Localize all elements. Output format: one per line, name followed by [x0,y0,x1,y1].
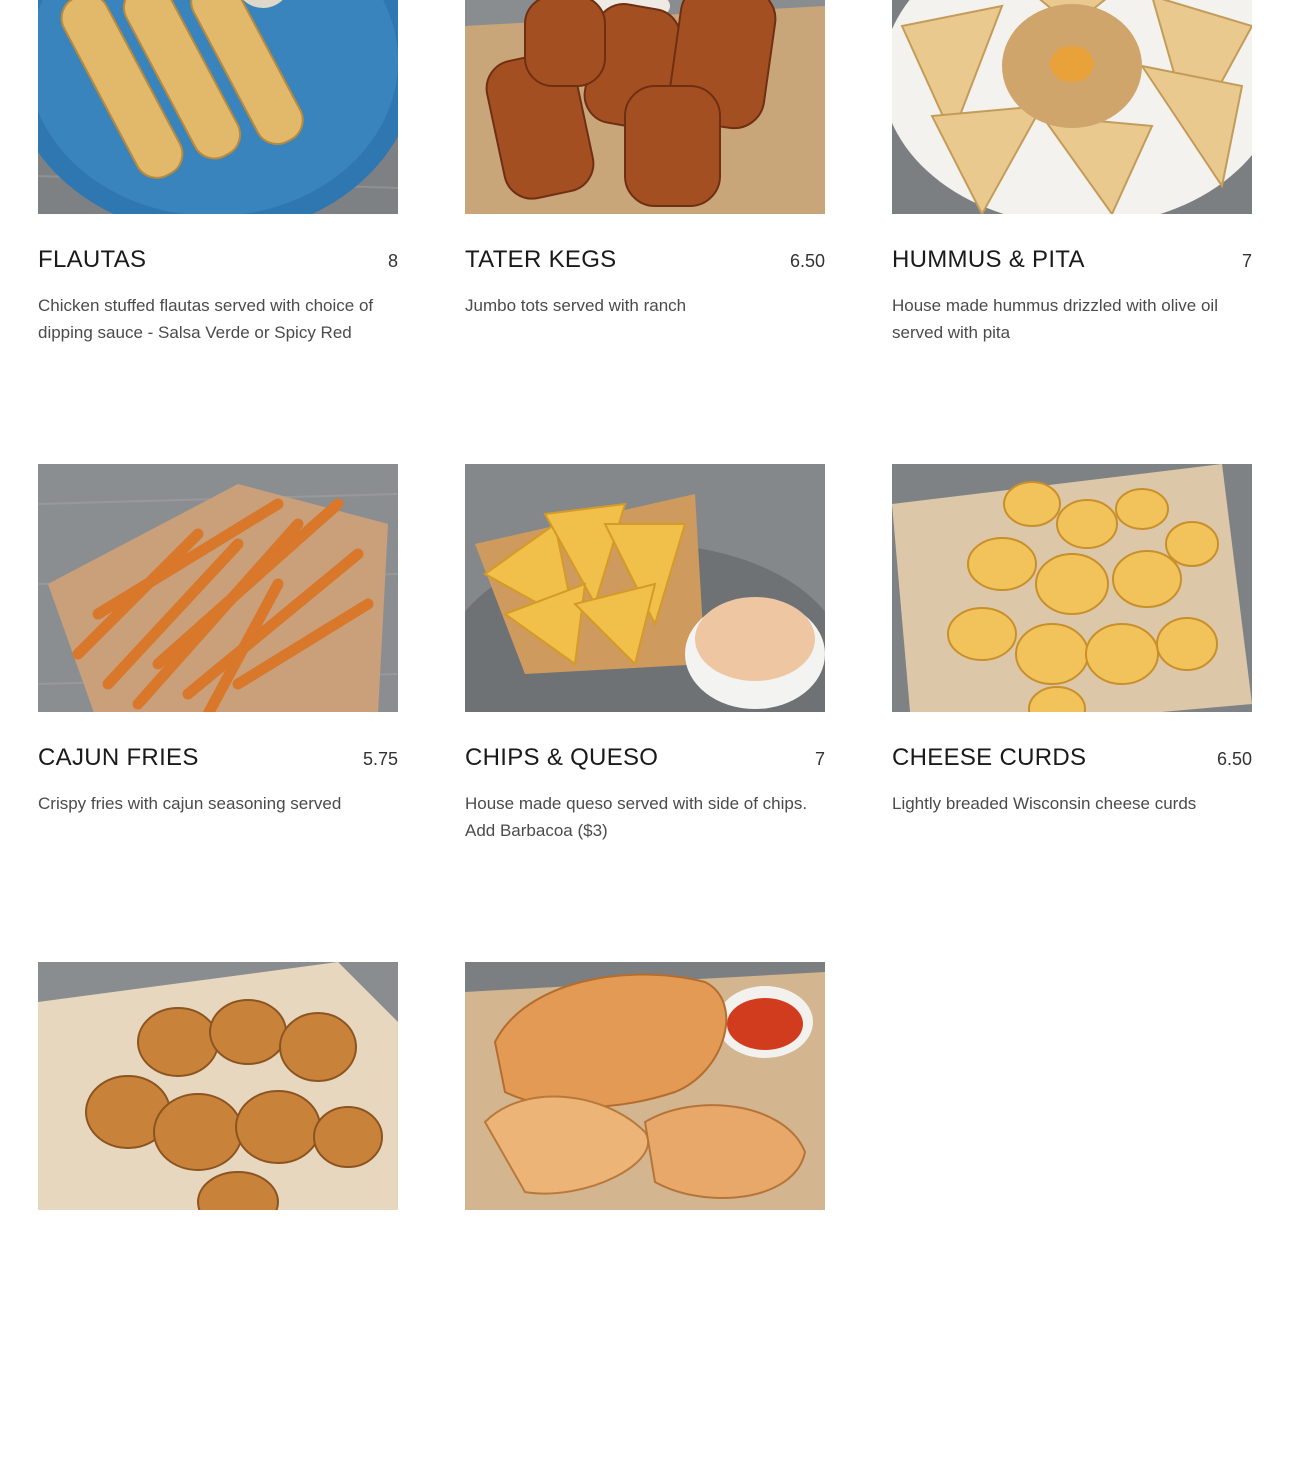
item-price: 8 [387,251,398,271]
menu-item[interactable]: Flautas 8 Chicken stuffed flautas served… [38,0,398,464]
menu-item[interactable]: Tater Kegs 6.50 Jumbo tots served with r… [465,0,825,464]
flautas-image [38,0,398,214]
item-header: Cajun Fries 5.75 [38,744,398,774]
cajun-fries-image [38,464,398,712]
item-price: 6.50 [789,251,825,271]
cajun-fries-photo[interactable] [38,464,398,712]
chips-queso-photo[interactable] [465,464,825,712]
cheese-curds-image [892,464,1252,712]
item-header: Tater Kegs 6.50 [465,246,825,276]
item-name: Cheese Curds [892,744,1087,771]
item-header: Chips & Queso 7 [465,744,825,774]
corn-dogs-photo[interactable] [38,962,398,1210]
item-name: Hummus & Pita [892,246,1085,273]
menu-item[interactable]: Chips & Queso 7 House made queso served … [465,464,825,962]
item-name: Chips & Queso [465,744,659,771]
item-description: House made queso served with side of chi… [465,794,808,840]
cheese-curds-photo[interactable] [892,464,1252,712]
item-name: Tater Kegs [465,246,617,273]
menu-item[interactable]: Hummus & Pita 7 House made hummus drizzl… [892,0,1252,464]
tater-kegs-image [465,0,825,214]
item-price: 7 [1241,251,1252,271]
item-name: Cajun Fries [38,744,199,771]
item-price: 6.50 [1216,749,1252,769]
item-description: Lightly breaded Wisconsin cheese curds [892,794,1197,813]
item-header: Cheese Curds 6.50 [892,744,1252,774]
item-description: Crispy fries with cajun seasoning served [38,794,342,813]
menu-item[interactable] [465,962,825,1460]
item-name: Flautas [38,246,147,273]
hummus-pita-photo[interactable] [892,0,1252,214]
menu-item[interactable] [38,962,398,1460]
flautas-photo[interactable] [38,0,398,214]
menu-item[interactable]: Cajun Fries 5.75 Crispy fries with cajun… [38,464,398,962]
item-price: 5.75 [362,749,398,769]
item-description: Jumbo tots served with ranch [465,296,687,315]
item-header: Flautas 8 [38,246,398,276]
item-description: House made hummus drizzled with olive oi… [892,296,1218,342]
tater-kegs-photo[interactable] [465,0,825,214]
hummus-pita-image [892,0,1252,214]
menu-item[interactable]: Cheese Curds 6.50 Lightly breaded Wiscon… [892,464,1252,962]
item-description: Chicken stuffed flautas served with choi… [38,296,374,342]
item-price: 7 [814,749,825,769]
menu-grid: Flautas 8 Chicken stuffed flautas served… [38,0,1252,1460]
item-header: Hummus & Pita 7 [892,246,1252,276]
chips-queso-image [465,464,825,712]
chicharrones-image [465,962,825,1210]
corn-dogs-image [38,962,398,1210]
chicharrones-photo[interactable] [465,962,825,1210]
